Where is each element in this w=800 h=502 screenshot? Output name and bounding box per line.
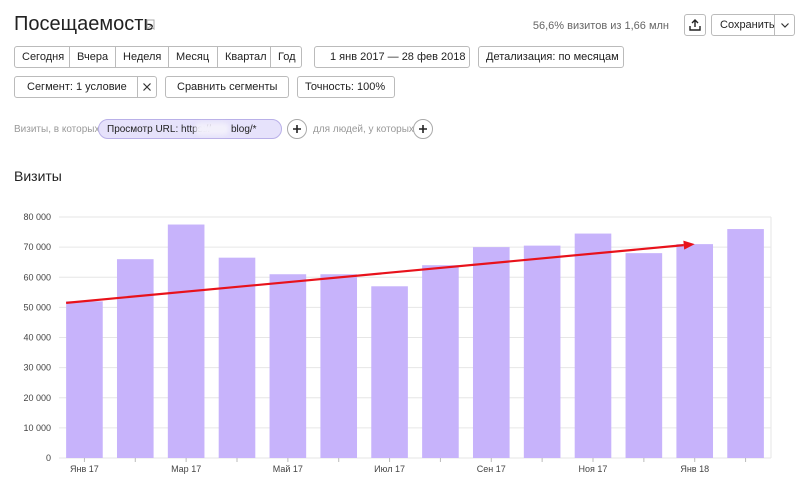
export-button[interactable] xyxy=(684,14,706,36)
add-visit-condition-button[interactable] xyxy=(287,119,307,139)
chevron-down-icon xyxy=(780,22,789,28)
add-people-condition-button[interactable] xyxy=(413,119,433,139)
x-tick-label: Ноя 17 xyxy=(579,464,608,474)
bar xyxy=(727,229,764,458)
chart-section-title: Визиты xyxy=(14,168,62,184)
period-quarter-button[interactable]: Квартал xyxy=(217,46,271,68)
people-conditions-prefix: для людей, у которых xyxy=(313,124,414,135)
close-icon xyxy=(143,83,151,91)
bar xyxy=(66,301,103,458)
bookmark-icon[interactable] xyxy=(146,19,155,30)
date-range-label: 1 янв 2017 — 28 фев 2018 xyxy=(330,51,466,63)
y-tick-label: 40 000 xyxy=(23,333,51,343)
accuracy-dropdown[interactable]: Точность: 100% xyxy=(297,76,395,98)
x-tick-label: Сен 17 xyxy=(477,464,506,474)
plus-icon xyxy=(419,125,427,133)
redacted-url-part xyxy=(195,123,229,135)
conditions-prefix: Визиты, в которых xyxy=(14,124,100,135)
bar xyxy=(676,244,714,458)
x-tick-label: Янв 17 xyxy=(70,464,99,474)
bar xyxy=(269,274,307,458)
bar xyxy=(472,247,510,458)
x-tick-label: Май 17 xyxy=(273,464,303,474)
plus-icon xyxy=(293,125,301,133)
accuracy-label: Точность: 100% xyxy=(305,81,386,93)
compare-label: Сравнить сегменты xyxy=(177,81,278,93)
detail-label: Детализация: по месяцам xyxy=(486,51,619,63)
period-yesterday-button[interactable]: Вчера xyxy=(69,46,116,68)
save-button-group: Сохранить xyxy=(711,14,795,36)
bar xyxy=(371,286,408,458)
visits-share-stat: 56,6% визитов из 1,66 млн xyxy=(532,20,669,32)
date-range-picker[interactable]: 1 янв 2017 — 28 фев 2018 xyxy=(314,46,470,68)
y-tick-label: 80 000 xyxy=(23,212,51,222)
period-month-button[interactable]: Месяц xyxy=(168,46,218,68)
page-title: Посещаемость xyxy=(14,13,154,35)
period-year-button[interactable]: Год xyxy=(270,46,302,68)
condition-chip[interactable]: Просмотр URL: https:// blog/* xyxy=(98,119,282,139)
compare-segments-dropdown[interactable]: Сравнить сегменты xyxy=(165,76,289,98)
save-menu-toggle[interactable] xyxy=(774,15,794,35)
y-tick-label: 60 000 xyxy=(23,272,51,282)
save-button[interactable]: Сохранить xyxy=(712,15,775,35)
bar xyxy=(167,224,205,458)
y-tick-label: 50 000 xyxy=(23,302,51,312)
y-tick-label: 0 xyxy=(46,453,51,463)
bar xyxy=(422,265,459,458)
bar xyxy=(625,253,663,458)
bar xyxy=(523,245,561,458)
x-tick-label: Июл 17 xyxy=(374,464,405,474)
segment-dropdown[interactable]: Сегмент: 1 условие xyxy=(14,76,138,98)
condition-chip-tail: blog/* xyxy=(231,124,257,135)
y-tick-label: 70 000 xyxy=(23,242,51,252)
segment-label: Сегмент: 1 условие xyxy=(27,81,127,93)
clear-segment-button[interactable] xyxy=(137,76,157,98)
share-icon xyxy=(689,19,701,31)
x-tick-label: Янв 18 xyxy=(680,464,709,474)
y-tick-label: 30 000 xyxy=(23,363,51,373)
y-tick-label: 20 000 xyxy=(23,393,51,403)
detail-dropdown[interactable]: Детализация: по месяцам xyxy=(478,46,624,68)
x-tick-label: Мар 17 xyxy=(171,464,201,474)
bar xyxy=(320,274,358,458)
visits-bar-chart: 0 10 000 20 000 30 000 40 000 50 000 60 000 70 … xyxy=(23,212,772,474)
period-week-button[interactable]: Неделя xyxy=(115,46,169,68)
y-tick-label: 10 000 xyxy=(23,423,51,433)
bar xyxy=(116,259,154,458)
bar xyxy=(574,233,612,458)
period-today-button[interactable]: Сегодня xyxy=(14,46,70,68)
